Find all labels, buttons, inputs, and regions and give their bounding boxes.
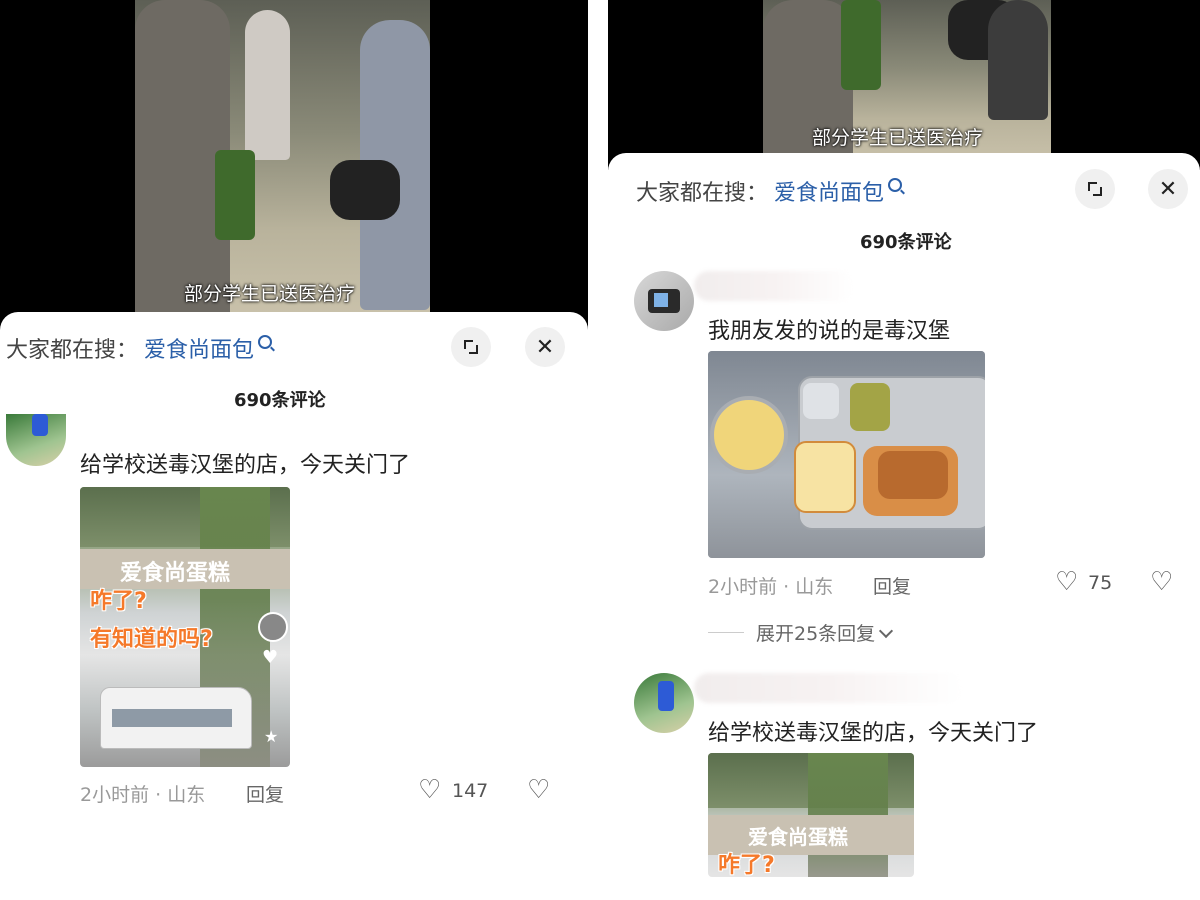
- commenter-avatar[interactable]: [634, 271, 694, 331]
- comment-count: 690条评论: [234, 390, 326, 411]
- search-suggestion[interactable]: 大家都在搜： 爱食尚面包: [6, 332, 273, 364]
- like-count: 75: [1088, 572, 1113, 594]
- heart-icon: ♥: [262, 647, 279, 668]
- close-button[interactable]: ✕: [525, 327, 565, 367]
- search-icon: [258, 335, 273, 349]
- search-term-link[interactable]: 爱食尚面包: [144, 332, 254, 364]
- comment-video-thumbnail[interactable]: 爱食尚蛋糕 咋了? 有知道的吗? ♥ ★: [80, 487, 290, 767]
- right-screenshot-panel: 部分学生已送医治疗 大家都在搜： 爱食尚面包 ✕ 690条评论 我朋友发的说的是…: [608, 0, 1200, 900]
- commenter-name-redacted: [694, 673, 964, 703]
- commenter-avatar[interactable]: [634, 673, 694, 733]
- divider: [708, 632, 744, 633]
- dislike-icon[interactable]: ♡: [1150, 569, 1173, 595]
- expand-icon: [1088, 182, 1102, 196]
- chevron-down-icon: [879, 623, 894, 639]
- star-icon: ★: [264, 727, 279, 746]
- commenter-avatar[interactable]: [6, 414, 66, 466]
- video-overlay-caption-1: 咋了?: [90, 589, 147, 614]
- dislike-icon[interactable]: ♡: [527, 777, 550, 803]
- creator-avatar-icon: [258, 612, 288, 642]
- close-icon: ✕: [535, 334, 555, 360]
- comment-time-location: 2小时前 · 山东: [708, 576, 834, 598]
- close-button[interactable]: ✕: [1148, 169, 1188, 209]
- like-icon[interactable]: ♡: [418, 777, 441, 803]
- video-player[interactable]: 部分学生已送医治疗: [0, 0, 588, 330]
- comments-sheet: 大家都在搜： 爱食尚面包 ✕ 690条评论 我朋友发的说的是毒汉堡 2小时前 ·…: [608, 153, 1200, 900]
- search-prefix: 大家都在搜：: [6, 338, 139, 363]
- reply-button[interactable]: 回复: [246, 780, 284, 807]
- comment-photo[interactable]: [708, 351, 985, 558]
- comment-time-location: 2小时前 · 山东: [80, 784, 206, 806]
- like-icon[interactable]: ♡: [1055, 569, 1078, 595]
- close-icon: ✕: [1158, 176, 1178, 202]
- shop-sign: 爱食尚蛋糕: [748, 825, 848, 849]
- reply-button[interactable]: 回复: [873, 572, 911, 599]
- expand-button[interactable]: [451, 327, 491, 367]
- like-count: 147: [452, 780, 489, 802]
- video-overlay-caption-1: 咋了?: [718, 853, 775, 877]
- expand-replies-label: 展开25条回复: [756, 623, 876, 645]
- comment-count: 690条评论: [860, 232, 952, 253]
- video-subtitle: 部分学生已送医治疗: [812, 127, 984, 149]
- expand-button[interactable]: [1075, 169, 1115, 209]
- search-icon: [888, 178, 903, 192]
- search-suggestion[interactable]: 大家都在搜： 爱食尚面包: [636, 175, 903, 207]
- comment-video-thumbnail[interactable]: 爱食尚蛋糕 咋了?: [708, 753, 914, 877]
- left-screenshot-panel: 部分学生已送医治疗 大家都在搜： 爱食尚面包 ✕ 690条评论 给学校送毒汉堡的…: [0, 0, 588, 900]
- search-prefix: 大家都在搜：: [636, 181, 769, 206]
- search-term-link[interactable]: 爱食尚面包: [774, 175, 884, 207]
- comment-text: 给学校送毒汉堡的店，今天关门了: [708, 721, 1039, 746]
- video-overlay-caption-2: 有知道的吗?: [90, 627, 213, 652]
- comment-text: 给学校送毒汉堡的店，今天关门了: [80, 453, 411, 478]
- video-player[interactable]: 部分学生已送医治疗: [608, 0, 1200, 170]
- expand-icon: [464, 340, 478, 354]
- video-subtitle: 部分学生已送医治疗: [184, 283, 356, 305]
- comments-sheet: 大家都在搜： 爱食尚面包 ✕ 690条评论 给学校送毒汉堡的店，今天关门了 爱食…: [0, 312, 588, 900]
- expand-replies-button[interactable]: 展开25条回复: [756, 619, 894, 646]
- commenter-name-redacted: [694, 271, 854, 301]
- comment-text: 我朋友发的说的是毒汉堡: [708, 319, 951, 344]
